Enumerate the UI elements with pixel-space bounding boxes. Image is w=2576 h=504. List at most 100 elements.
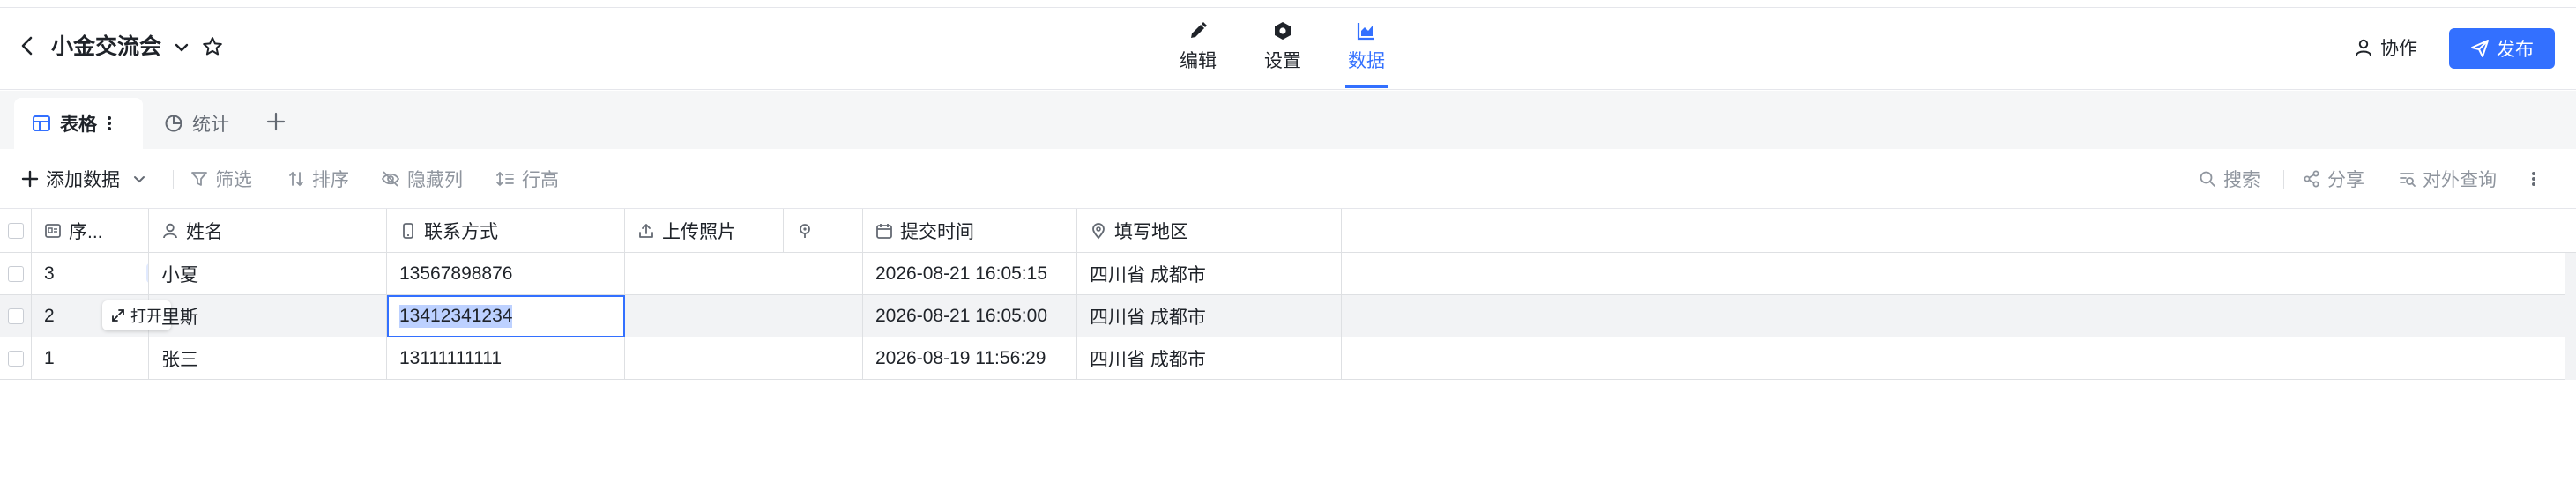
sort-button[interactable]: 排序 — [287, 167, 349, 191]
table-header-row: 序... 姓名 联系方式 上传照片 提交时间 填写地区 — [0, 209, 2576, 253]
row-height-icon — [495, 170, 515, 188]
pencil-icon — [1187, 20, 1209, 41]
selected-cell-editor[interactable]: 13412341234 — [387, 295, 625, 337]
filter-button[interactable]: 筛选 — [190, 167, 252, 191]
table-row[interactable]: 1 张三 13111111111 2026-08-19 11:56:29 四川省… — [0, 337, 2576, 380]
cell-phone[interactable]: 13111111111 — [387, 337, 625, 379]
table-icon — [32, 114, 51, 133]
cell-region[interactable]: 四川省 成都市 — [1077, 295, 1342, 337]
eye-off-icon — [381, 170, 400, 188]
column-header-contact[interactable]: 联系方式 — [387, 209, 625, 252]
cell-region[interactable]: 四川省 成都市 — [1077, 253, 1342, 294]
cell-photo[interactable] — [625, 253, 863, 294]
collaborate-label: 协作 — [2380, 39, 2417, 59]
checkbox[interactable] — [7, 350, 24, 367]
cell-name[interactable]: 小夏 — [149, 253, 387, 294]
view-tab-table[interactable]: 表格 — [14, 98, 143, 149]
back-arrow-icon[interactable] — [16, 34, 39, 57]
cell-seq[interactable]: 3 1 — [32, 253, 149, 294]
toolbar-divider — [173, 170, 174, 189]
column-header-label: 上传照片 — [662, 221, 736, 242]
vertical-scrollbar[interactable] — [2565, 253, 2576, 380]
cell-submit-time[interactable]: 2026-08-19 11:56:29 — [863, 337, 1077, 379]
more-vertical-icon[interactable] — [2530, 167, 2537, 191]
add-data-label: 添加数据 — [46, 170, 120, 190]
cell-photo[interactable] — [625, 295, 863, 337]
collaborate-button[interactable]: 协作 — [2354, 34, 2417, 61]
cell-phone[interactable]: 13567898876 — [387, 253, 625, 294]
cell-name[interactable]: 张三 — [149, 337, 387, 379]
plus-icon — [21, 170, 39, 188]
column-header-photo[interactable]: 上传照片 — [625, 209, 784, 252]
add-data-button[interactable]: 添加数据 — [21, 167, 146, 191]
table-toolbar: 添加数据 筛选 排序 隐藏列 行高 搜索 分享 对外查询 — [0, 149, 2576, 209]
cell-submit-time[interactable]: 2026-08-21 16:05:15 — [863, 253, 1077, 294]
tab-data[interactable]: 数据 — [1347, 20, 1386, 87]
seq-value: 3 — [44, 263, 55, 284]
view-tab-bar: 表格 统计 — [0, 91, 2576, 149]
person-icon — [161, 222, 179, 240]
page-title[interactable]: 小金交流会 — [51, 33, 161, 61]
share-icon — [2303, 170, 2320, 188]
chevron-down-icon[interactable] — [173, 39, 190, 56]
hexagon-settings-icon — [1272, 20, 1293, 41]
checkbox[interactable] — [7, 308, 24, 324]
external-query-button[interactable]: 对外查询 — [2398, 167, 2497, 191]
row-checkbox[interactable] — [0, 295, 32, 337]
search-icon — [2199, 170, 2216, 188]
seq-value: 2 — [44, 305, 55, 326]
checkbox[interactable] — [7, 222, 24, 239]
cell-name[interactable]: 里斯 — [149, 295, 387, 337]
sort-icon — [287, 170, 305, 188]
cell-photo[interactable] — [625, 337, 863, 379]
row-checkbox[interactable] — [0, 253, 32, 294]
add-view-icon[interactable] — [264, 110, 287, 133]
column-header-name[interactable]: 姓名 — [149, 209, 387, 252]
column-header-submit-time[interactable]: 提交时间 — [863, 209, 1077, 252]
hide-columns-button[interactable]: 隐藏列 — [381, 167, 463, 191]
column-header-label: 联系方式 — [424, 221, 498, 242]
expand-icon — [111, 308, 125, 322]
chevron-down-icon[interactable] — [132, 172, 146, 186]
select-all-checkbox[interactable] — [0, 209, 32, 252]
view-tab-stats[interactable]: 统计 — [146, 98, 252, 149]
view-tab-stats-label: 统计 — [192, 115, 229, 135]
location-pin-icon — [1090, 222, 1107, 240]
more-vertical-icon[interactable] — [106, 115, 113, 132]
table-row[interactable]: 3 1 小夏 13567898876 2026-08-21 16:05:15 四… — [0, 253, 2576, 295]
publish-button[interactable]: 发布 — [2449, 28, 2555, 69]
cell-seq[interactable]: 1 — [32, 337, 149, 379]
search-label: 搜索 — [2223, 170, 2260, 190]
sort-label: 排序 — [312, 170, 349, 190]
cell-region[interactable]: 四川省 成都市 — [1077, 337, 1342, 379]
toolbar-divider — [2283, 170, 2284, 189]
funnel-icon — [190, 170, 208, 188]
paper-plane-icon — [2470, 39, 2490, 58]
query-icon — [2398, 170, 2416, 188]
row-height-button[interactable]: 行高 — [495, 167, 559, 191]
publish-label: 发布 — [2497, 40, 2534, 60]
app-header: 小金交流会 编辑 设置 数据 协作 发布 — [0, 8, 2576, 90]
selected-phone-text[interactable]: 13412341234 — [399, 305, 513, 328]
column-header-region[interactable]: 填写地区 — [1077, 209, 1342, 252]
tab-edit[interactable]: 编辑 — [1179, 20, 1217, 87]
table-row[interactable]: 2 打开 里斯 2026-08-21 16:05:00 四川省 成都市 1341… — [0, 295, 2576, 337]
share-button[interactable]: 分享 — [2303, 167, 2364, 191]
star-icon[interactable] — [201, 35, 224, 58]
tab-data-label: 数据 — [1348, 51, 1385, 71]
column-header-label: 提交时间 — [900, 221, 974, 242]
column-header-location[interactable] — [784, 209, 863, 252]
id-card-icon — [44, 222, 62, 240]
column-header-seq[interactable]: 序... — [32, 209, 149, 252]
tab-settings[interactable]: 设置 — [1263, 20, 1302, 87]
tab-settings-label: 设置 — [1264, 51, 1301, 71]
view-tab-table-label: 表格 — [60, 115, 97, 135]
tab-edit-label: 编辑 — [1180, 51, 1217, 71]
cell-seq[interactable]: 2 打开 — [32, 295, 171, 337]
search-button[interactable]: 搜索 — [2199, 167, 2260, 191]
checkbox[interactable] — [7, 265, 24, 282]
column-header-label: 姓名 — [186, 221, 223, 242]
area-chart-icon — [1356, 20, 1377, 41]
cell-submit-time[interactable]: 2026-08-21 16:05:00 — [863, 295, 1077, 337]
row-checkbox[interactable] — [0, 337, 32, 379]
